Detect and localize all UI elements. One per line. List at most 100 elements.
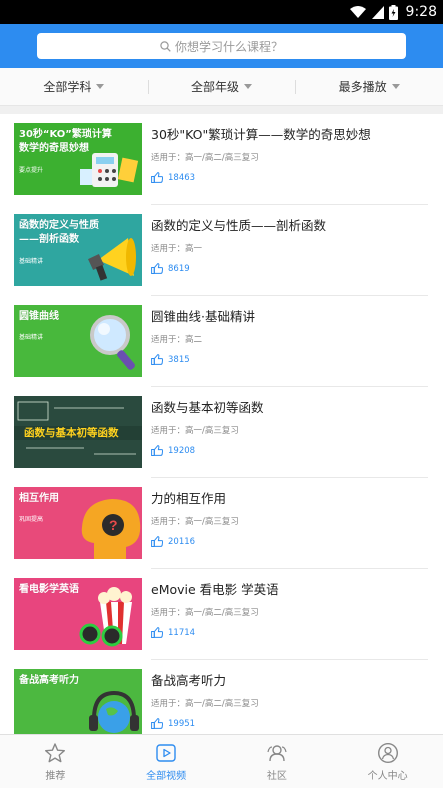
- course-item[interactable]: 30秒“KO”繁琐计算 数学的奇思妙想 要点提升 30秒"KO"繁琐计算——数学…: [0, 114, 443, 205]
- course-grade: 适用于：高一: [151, 244, 203, 254]
- course-item[interactable]: 圆锥曲线 基础精讲 圆锥曲线·基础精讲 适用于：高二 3815: [0, 296, 443, 387]
- course-title: 圆锥曲线·基础精讲: [151, 309, 255, 324]
- status-bar: 9:28: [0, 0, 443, 24]
- course-list[interactable]: 30秒“KO”繁琐计算 数学的奇思妙想 要点提升 30秒"KO"繁琐计算——数学…: [0, 114, 443, 734]
- status-time: 9:28: [405, 4, 437, 20]
- thumbs-up-icon: [151, 445, 163, 456]
- status-icons: 9:28: [349, 0, 437, 24]
- search-input[interactable]: 你想学习什么课程？: [37, 33, 406, 59]
- thumbs-up-icon: [151, 263, 163, 274]
- thumbs-up-icon: [151, 172, 163, 183]
- course-likes: 3815: [151, 354, 428, 365]
- likes-count: 11714: [168, 627, 196, 638]
- course-likes: 11714: [151, 627, 428, 638]
- course-thumbnail[interactable]: 函数与基本初等函数: [14, 396, 142, 468]
- course-thumbnail[interactable]: 30秒“KO”繁琐计算 数学的奇思妙想 要点提升: [14, 123, 142, 195]
- thumbs-up-icon: [151, 718, 163, 729]
- course-likes: 18463: [151, 172, 428, 183]
- filter-subject[interactable]: 全部学科: [0, 78, 148, 95]
- filter-grade[interactable]: 全部年级: [147, 78, 296, 95]
- tab-community[interactable]: 社区: [222, 735, 333, 788]
- app-header: 你想学习什么课程？: [0, 24, 443, 68]
- caret-down-icon: [244, 84, 253, 89]
- thumbnail-title: 函数的定义与性质 ——剖析函数: [19, 220, 99, 245]
- thumbnail-title: 看电影学英语: [19, 584, 79, 595]
- user-icon: [377, 742, 398, 764]
- course-info[interactable]: 30秒"KO"繁琐计算——数学的奇思妙想 适用于：高一/高二/高三复习 1846…: [151, 126, 428, 183]
- likes-count: 19951: [168, 718, 196, 729]
- thumbnail-subtitle: 巩固提高: [19, 516, 44, 523]
- thumbnail-title: 函数与基本初等函数: [24, 427, 119, 439]
- course-likes: 19951: [151, 718, 428, 729]
- course-grade: 适用于：高二: [151, 335, 203, 345]
- course-thumbnail[interactable]: ? 相互作用 巩固提高: [14, 487, 142, 559]
- bottom-tab-bar: 推荐 全部视频 社区 个人中心: [0, 734, 443, 788]
- star-icon: [45, 743, 66, 763]
- filter-subject-label: 全部学科: [43, 80, 92, 94]
- course-info[interactable]: eMovie 看电影 学英语 适用于：高一/高二/高三复习 11714: [151, 581, 428, 638]
- likes-count: 8619: [168, 263, 190, 274]
- course-title: 函数与基本初等函数: [151, 400, 264, 415]
- course-likes: 20116: [151, 536, 428, 547]
- course-item[interactable]: 函数与基本初等函数 函数与基本初等函数 适用于：高一/高三复习 19208: [0, 387, 443, 478]
- course-thumbnail[interactable]: 看电影学英语: [14, 578, 142, 650]
- thumbnail-subtitle: 要点提升: [19, 167, 44, 174]
- course-item[interactable]: 备战高考听力 备战高考听力 适用于：高一/高二/高三复习 19951: [0, 660, 443, 734]
- course-grade: 适用于：高一/高二/高三复习: [151, 608, 259, 618]
- course-info[interactable]: 函数与基本初等函数 适用于：高一/高三复习 19208: [151, 399, 428, 456]
- filter-sort[interactable]: 最多播放: [295, 78, 443, 95]
- course-grade: 适用于：高一/高二/高三复习: [151, 153, 259, 163]
- thumbnail-title: 圆锥曲线: [19, 311, 59, 322]
- wifi-icon: [349, 6, 366, 18]
- likes-count: 19208: [168, 445, 196, 456]
- filter-sort-label: 最多播放: [338, 80, 387, 94]
- thumbs-up-icon: [151, 627, 163, 638]
- course-grade: 适用于：高一/高二/高三复习: [151, 699, 259, 709]
- thumbs-up-icon: [151, 354, 163, 365]
- course-info[interactable]: 圆锥曲线·基础精讲 适用于：高二 3815: [151, 308, 428, 365]
- course-title: eMovie 看电影 学英语: [151, 582, 279, 597]
- course-grade: 适用于：高一/高三复习: [151, 426, 239, 436]
- course-likes: 8619: [151, 263, 428, 274]
- thumbnail-title: 备战高考听力: [19, 675, 79, 686]
- thumbs-up-icon: [151, 536, 163, 547]
- caret-down-icon: [96, 84, 105, 89]
- likes-count: 18463: [168, 172, 196, 183]
- course-thumbnail[interactable]: 圆锥曲线 基础精讲: [14, 305, 142, 377]
- thumbnail-subtitle: 基础精讲: [19, 258, 44, 265]
- thumbnail-title: 30秒“KO”繁琐计算 数学的奇思妙想: [19, 129, 112, 154]
- course-title: 备战高考听力: [151, 673, 227, 688]
- caret-down-icon: [391, 84, 400, 89]
- tab-community-label: 社区: [266, 771, 287, 782]
- search-placeholder: 你想学习什么课程？: [174, 39, 283, 54]
- community-icon: [267, 745, 287, 762]
- course-item[interactable]: 函数的定义与性质 ——剖析函数 基础精讲 函数的定义与性质——剖析函数 适用于：…: [0, 205, 443, 296]
- course-item[interactable]: 看电影学英语 eMovie 看电影 学英语 适用于：高一/高二/高三复习 117…: [0, 569, 443, 660]
- tab-all-videos[interactable]: 全部视频: [111, 735, 222, 788]
- tab-recommend[interactable]: 推荐: [0, 735, 111, 788]
- course-title: 力的相互作用: [151, 491, 227, 506]
- tab-recommend-label: 推荐: [45, 771, 66, 782]
- course-info[interactable]: 函数的定义与性质——剖析函数 适用于：高一 8619: [151, 217, 428, 274]
- course-thumbnail[interactable]: 备战高考听力: [14, 669, 142, 734]
- course-info[interactable]: 备战高考听力 适用于：高一/高二/高三复习 19951: [151, 672, 428, 729]
- battery-icon: [388, 4, 398, 20]
- video-play-icon: [156, 744, 176, 762]
- course-thumbnail[interactable]: 函数的定义与性质 ——剖析函数 基础精讲: [14, 214, 142, 286]
- tab-profile[interactable]: 个人中心: [332, 735, 443, 788]
- course-item[interactable]: ? 相互作用 巩固提高 力的相互作用 适用于：高一/高三复习 20116: [0, 478, 443, 569]
- thumbnail-title: 相互作用: [19, 493, 59, 504]
- course-info[interactable]: 力的相互作用 适用于：高一/高三复习 20116: [151, 490, 428, 547]
- course-likes: 19208: [151, 445, 428, 456]
- tab-profile-label: 个人中心: [367, 771, 408, 782]
- thumbnail-subtitle: 基础精讲: [19, 334, 44, 341]
- filter-grade-label: 全部年级: [191, 80, 240, 94]
- course-title: 函数的定义与性质——剖析函数: [151, 218, 327, 233]
- section-divider: [0, 106, 443, 114]
- svg-text:?: ?: [109, 517, 118, 533]
- cell-signal-icon: [371, 5, 384, 19]
- likes-count: 3815: [168, 354, 190, 365]
- search-icon: [160, 40, 171, 52]
- course-title: 30秒"KO"繁琐计算——数学的奇思妙想: [151, 127, 371, 142]
- course-grade: 适用于：高一/高三复习: [151, 517, 239, 527]
